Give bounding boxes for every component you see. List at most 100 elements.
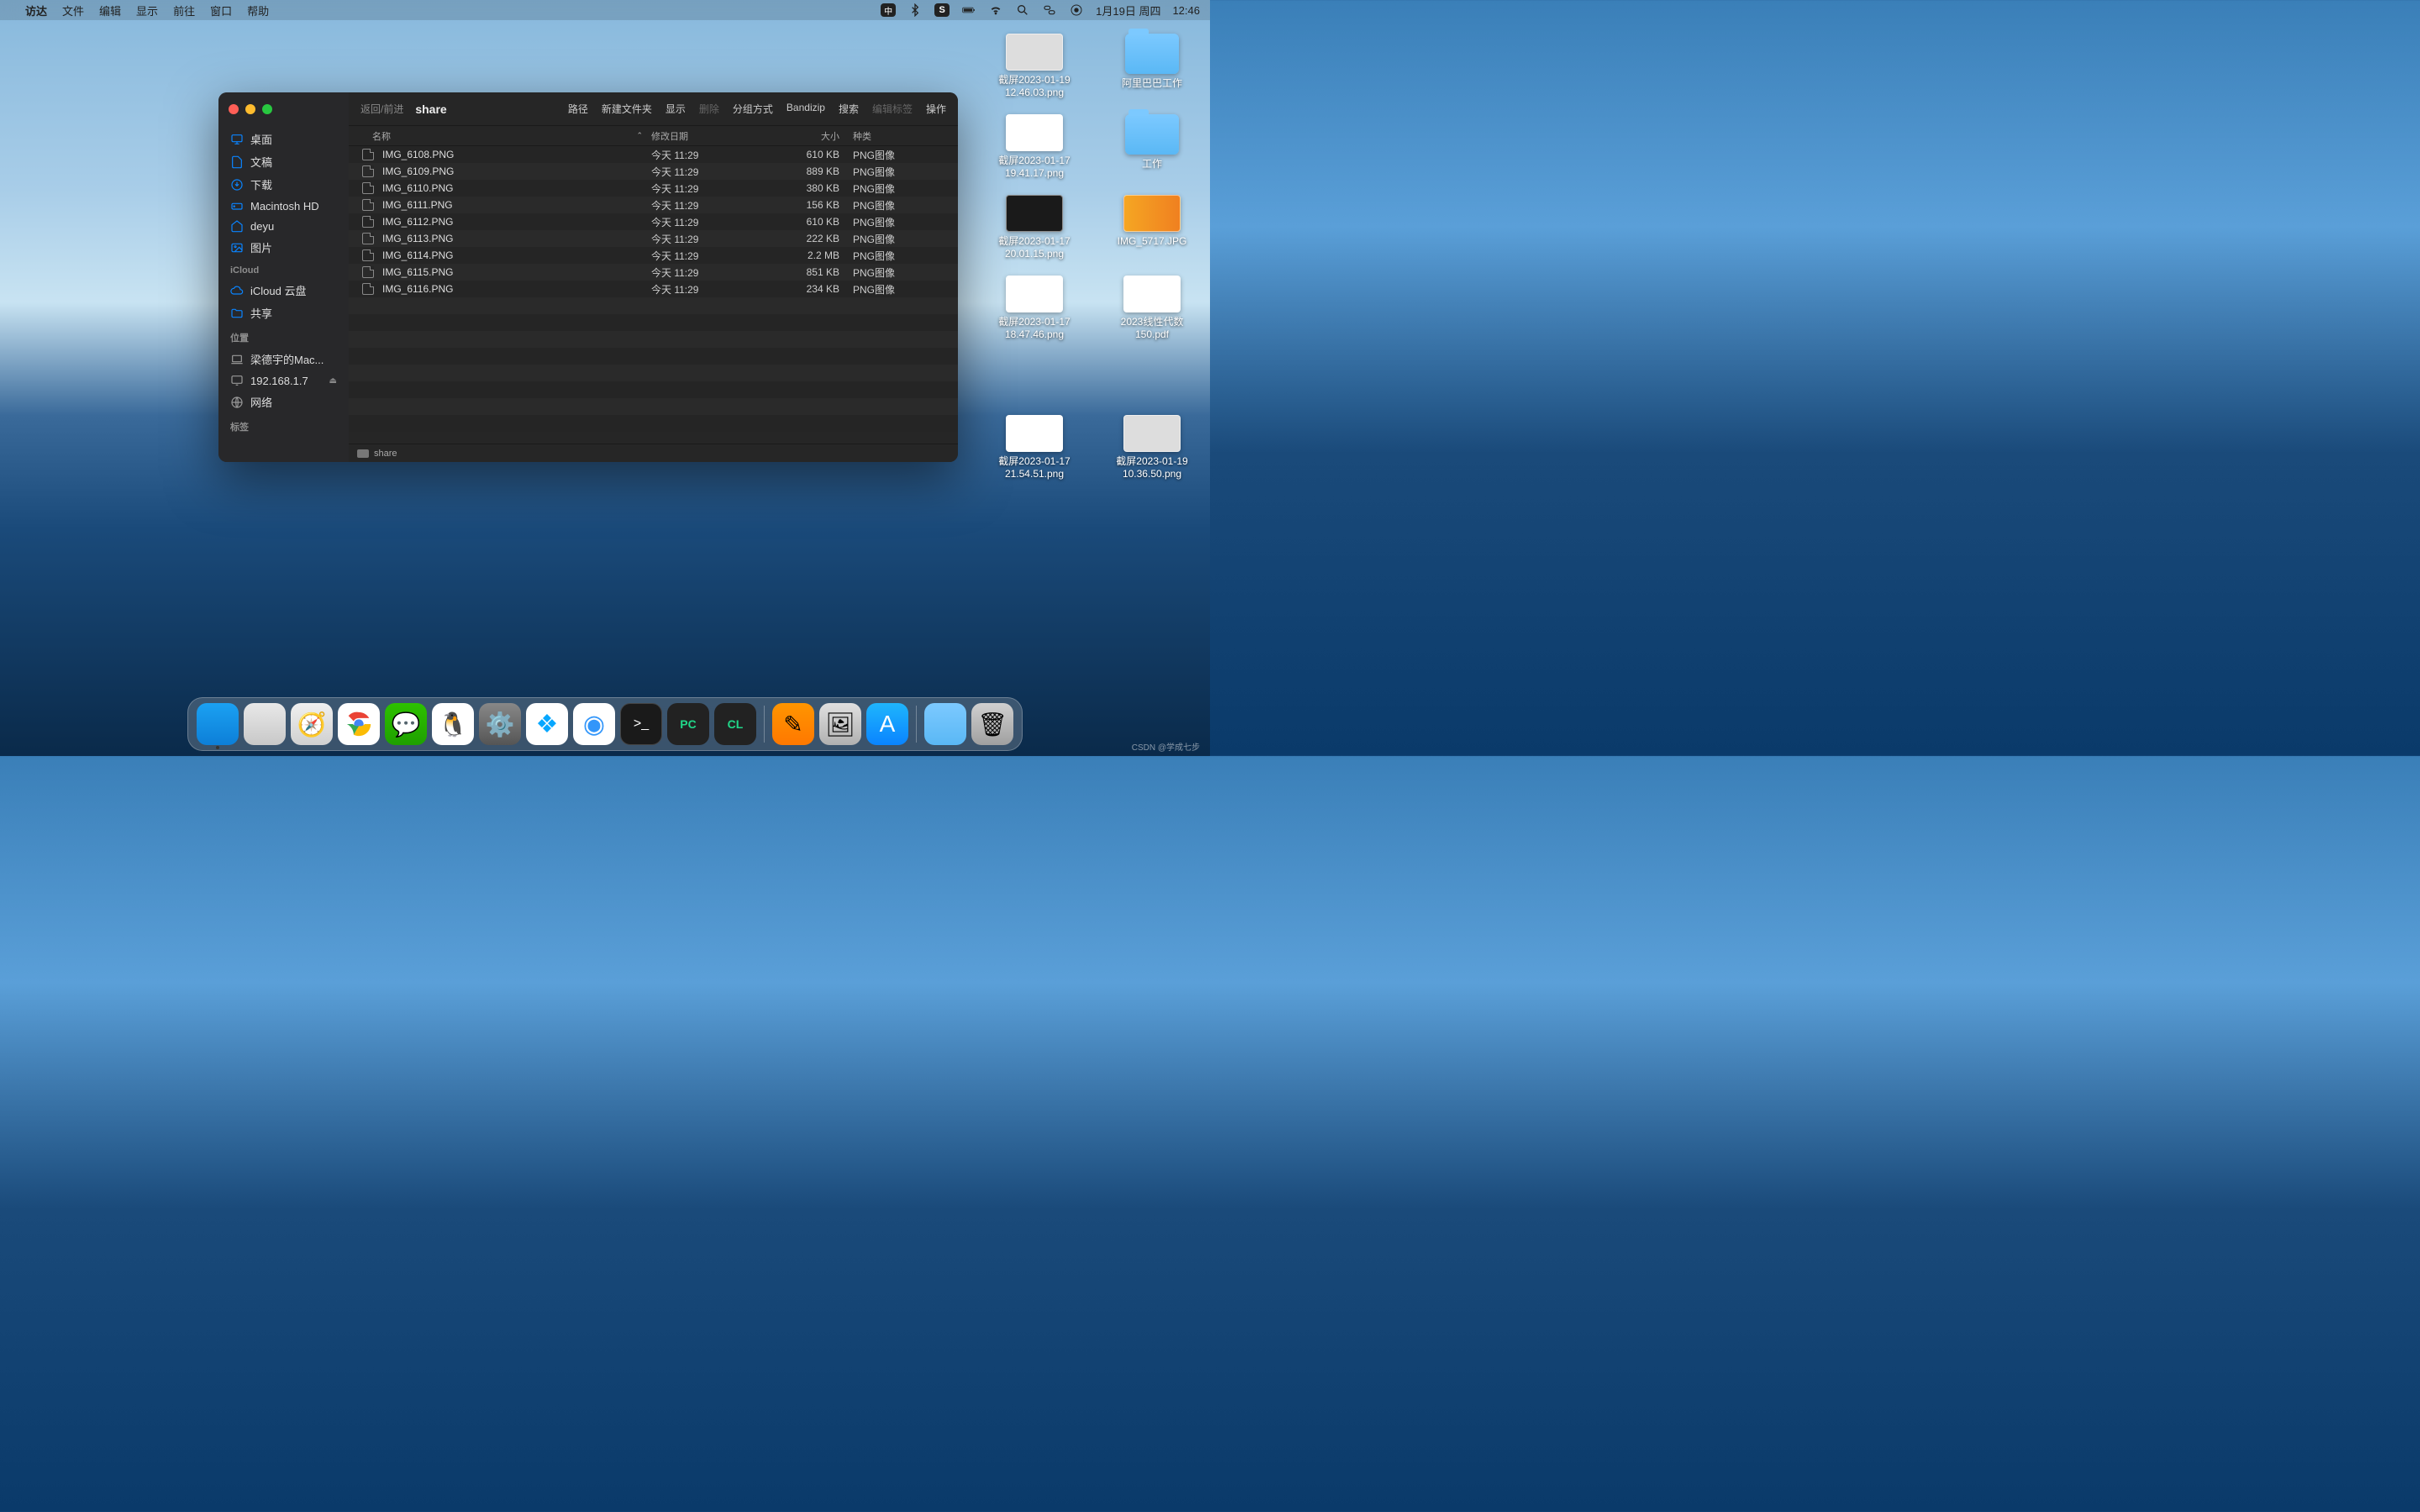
file-row[interactable]: IMG_6115.PNG今天 11:29851 KBPNG图像	[349, 264, 958, 281]
menu-view[interactable]: 显示	[136, 3, 158, 18]
toolbar-1[interactable]: 新建文件夹	[602, 102, 652, 116]
sidebar-item-downloads[interactable]: 下载	[218, 173, 349, 196]
sidebar-item-laptop[interactable]: 梁德宇的Mac...	[218, 348, 349, 370]
thumbnail-icon	[1123, 195, 1181, 232]
dock-preview-icon[interactable]: 🖼	[819, 703, 861, 745]
desktop-item[interactable]: 截屏2023-01-19 12.46.03.png	[988, 34, 1081, 99]
desktop-item[interactable]: IMG_5717.JPG	[1106, 195, 1198, 260]
sidebar-item-disk[interactable]: Macintosh HD	[218, 196, 349, 216]
menubar-time[interactable]: 12:46	[1172, 4, 1200, 17]
minimize-button[interactable]	[245, 104, 255, 114]
toolbar-4[interactable]: 分组方式	[733, 102, 773, 116]
nav-back-forward[interactable]: 返回/前进	[360, 102, 403, 116]
battery-icon[interactable]	[961, 3, 976, 18]
toolbar-7[interactable]: 编辑标签	[872, 102, 913, 116]
sidebar-item-network[interactable]: 网络	[218, 391, 349, 413]
dock-downloads-icon[interactable]	[924, 703, 966, 745]
zoom-button[interactable]	[262, 104, 272, 114]
dock-dingtalk-icon[interactable]: ◉	[573, 703, 615, 745]
toolbar-8[interactable]: 操作	[926, 102, 946, 116]
menubar-date[interactable]: 1月19日 周四	[1096, 3, 1160, 18]
dock-baidunetdisk-icon[interactable]: ❖	[526, 703, 568, 745]
dock-trash-icon[interactable]: 🗑	[971, 703, 1013, 745]
dock-qq-icon[interactable]: 🐧	[432, 703, 474, 745]
desktop-item[interactable]: 截屏2023-01-17 19.41.17.png	[988, 114, 1081, 180]
sort-indicator-icon[interactable]: ⌃	[636, 131, 643, 140]
thumbnail-icon	[1006, 415, 1063, 452]
desktop-item-label: IMG_5717.JPG	[1118, 235, 1187, 248]
desktop-item-label: 阿里巴巴工作	[1122, 77, 1182, 90]
desktop-item[interactable]: 工作	[1106, 114, 1198, 180]
dock-launchpad-icon[interactable]	[244, 703, 286, 745]
file-name: IMG_6115.PNG	[382, 266, 651, 278]
empty-row	[349, 297, 958, 314]
dock-appstore-icon[interactable]: A	[866, 703, 908, 745]
file-row[interactable]: IMG_6112.PNG今天 11:29610 KBPNG图像	[349, 213, 958, 230]
file-row[interactable]: IMG_6113.PNG今天 11:29222 KBPNG图像	[349, 230, 958, 247]
sidebar-item-display[interactable]: 192.168.1.7⏏	[218, 370, 349, 391]
file-row[interactable]: IMG_6109.PNG今天 11:29889 KBPNG图像	[349, 163, 958, 180]
desktop-item[interactable]: 阿里巴巴工作	[1106, 34, 1198, 99]
desktop-item[interactable]: 2023线性代数150.pdf	[1106, 276, 1198, 341]
menu-go[interactable]: 前往	[173, 3, 195, 18]
dock-separator	[764, 706, 765, 743]
dock-clion-icon[interactable]: CL	[714, 703, 756, 745]
dock-pycharm-icon[interactable]: PC	[667, 703, 709, 745]
sogou-icon[interactable]: S	[934, 3, 950, 17]
file-date: 今天 11:29	[651, 148, 777, 162]
file-icon	[362, 266, 374, 278]
desktop-item[interactable]: 截屏2023-01-17 20.01.15.png	[988, 195, 1081, 260]
desktop-item[interactable]: 截屏2023-01-19 10.36.50.png	[1106, 415, 1198, 480]
sidebar-item-pictures[interactable]: 图片	[218, 236, 349, 259]
file-name: IMG_6116.PNG	[382, 283, 651, 295]
dock-settings-icon[interactable]: ⚙️	[479, 703, 521, 745]
toolbar-3[interactable]: 删除	[699, 102, 719, 116]
dock-safari-icon[interactable]: 🧭	[291, 703, 333, 745]
window-title: share	[415, 102, 446, 116]
dock-chrome-icon[interactable]	[338, 703, 380, 745]
menubar-app-name[interactable]: 访达	[25, 3, 47, 18]
menu-edit[interactable]: 编辑	[99, 3, 121, 18]
siri-icon[interactable]	[1069, 3, 1084, 18]
sidebar-item-home[interactable]: deyu	[218, 216, 349, 236]
toolbar-0[interactable]: 路径	[568, 102, 588, 116]
path-label: share	[374, 449, 397, 459]
file-row[interactable]: IMG_6110.PNG今天 11:29380 KBPNG图像	[349, 180, 958, 197]
dock-finder-icon[interactable]	[197, 703, 239, 745]
file-row[interactable]: IMG_6114.PNG今天 11:292.2 MBPNG图像	[349, 247, 958, 264]
close-button[interactable]	[229, 104, 239, 114]
file-list[interactable]: IMG_6108.PNG今天 11:29610 KBPNG图像IMG_6109.…	[349, 146, 958, 444]
eject-icon[interactable]: ⏏	[329, 376, 337, 386]
sidebar-item-desktop[interactable]: 桌面	[218, 128, 349, 150]
sidebar-item-documents[interactable]: 文稿	[218, 150, 349, 173]
file-row[interactable]: IMG_6116.PNG今天 11:29234 KBPNG图像	[349, 281, 958, 297]
col-size-label[interactable]: 大小	[777, 129, 853, 143]
control-center-icon[interactable]	[1042, 3, 1057, 18]
col-name-label[interactable]: 名称	[372, 129, 391, 143]
toolbar-2[interactable]: 显示	[666, 102, 686, 116]
spotlight-icon[interactable]	[1015, 3, 1030, 18]
menu-window[interactable]: 窗口	[210, 3, 232, 18]
file-row[interactable]: IMG_6108.PNG今天 11:29610 KBPNG图像	[349, 146, 958, 163]
sidebar-item-shared[interactable]: 共享	[218, 302, 349, 324]
col-kind-label[interactable]: 种类	[853, 129, 941, 143]
desktop-item[interactable]: 截屏2023-01-17 18.47.46.png	[988, 276, 1081, 341]
dock-pages-icon[interactable]: ✎	[772, 703, 814, 745]
file-icon	[362, 165, 374, 177]
dock-terminal-icon[interactable]: >_	[620, 703, 662, 745]
menu-help[interactable]: 帮助	[247, 3, 269, 18]
dock-wechat-icon[interactable]: 💬	[385, 703, 427, 745]
col-date-label[interactable]: 修改日期	[651, 129, 777, 143]
thumbnail-icon	[1006, 276, 1063, 312]
path-bar[interactable]: share	[349, 444, 958, 462]
wifi-icon[interactable]	[988, 3, 1003, 18]
sidebar-item-cloud[interactable]: iCloud 云盘	[218, 279, 349, 302]
bluetooth-icon[interactable]	[908, 3, 923, 18]
input-method-icon[interactable]: 中	[881, 3, 896, 17]
file-row[interactable]: IMG_6111.PNG今天 11:29156 KBPNG图像	[349, 197, 958, 213]
desktop-item[interactable]: 截屏2023-01-17 21.54.51.png	[988, 415, 1081, 480]
file-size: 222 KB	[777, 233, 853, 244]
toolbar-6[interactable]: 搜索	[839, 102, 859, 116]
menu-file[interactable]: 文件	[62, 3, 84, 18]
toolbar-5[interactable]: Bandizip	[786, 102, 825, 116]
